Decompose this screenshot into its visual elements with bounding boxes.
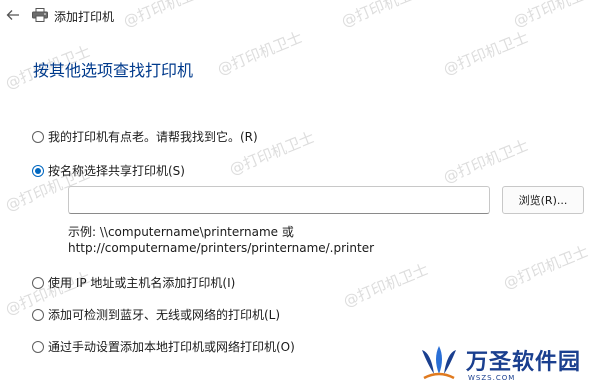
option-label: 通过手动设置添加本地打印机或网络打印机(O) [48, 340, 295, 354]
radio-button[interactable] [32, 340, 44, 353]
option-ip-hostname[interactable]: 使用 IP 地址或主机名添加打印机(I) [32, 274, 235, 291]
watermark: @打印机卫士 [440, 28, 531, 79]
radio-button-selected[interactable] [32, 164, 44, 177]
radio-button[interactable] [32, 130, 44, 143]
option-shared-printer[interactable]: 按名称选择共享打印机(S) [32, 162, 185, 179]
option-old-printer[interactable]: 我的打印机有点老。请帮我找到它。(R) [32, 128, 258, 145]
back-arrow-icon [6, 10, 19, 20]
back-button[interactable] [4, 6, 22, 24]
printer-icon [32, 8, 48, 22]
window-title: 添加打印机 [54, 10, 115, 24]
option-label: 使用 IP 地址或主机名添加打印机(I) [48, 276, 236, 290]
watermark: @打印机卫士 [214, 28, 305, 79]
radio-button[interactable] [32, 276, 44, 289]
logo-domain: WSZS.COM [468, 374, 516, 382]
browse-button[interactable]: 浏览(R)... [502, 186, 584, 214]
site-logo: 万圣软件园 WSZS.COM [418, 342, 588, 390]
watermark: @打印机卫士 [500, 242, 591, 293]
option-manual-settings[interactable]: 通过手动设置添加本地打印机或网络打印机(O) [32, 338, 295, 355]
option-label: 添加可检测到蓝牙、无线或网络的打印机(L) [48, 308, 281, 322]
watermark: @打印机卫士 [440, 136, 531, 187]
option-label: 按名称选择共享打印机(S) [48, 164, 185, 178]
option-label: 我的打印机有点老。请帮我找到它。(R) [48, 130, 258, 144]
watermark: @打印机卫士 [340, 260, 431, 311]
example-text-line1: 示例: \\computername\printername 或 [68, 225, 294, 239]
radio-button[interactable] [32, 308, 44, 321]
logo-name: 万圣软件园 [466, 349, 582, 375]
example-text-line2: http://computername/printers/printername… [68, 241, 375, 255]
title-bar: 添加打印机 [0, 0, 600, 30]
page-title: 按其他选项查找打印机 [33, 61, 194, 80]
option-bluetooth-wireless[interactable]: 添加可检测到蓝牙、无线或网络的打印机(L) [32, 306, 280, 323]
logo-mark-icon [422, 346, 456, 380]
shared-printer-name-input[interactable] [68, 186, 490, 214]
